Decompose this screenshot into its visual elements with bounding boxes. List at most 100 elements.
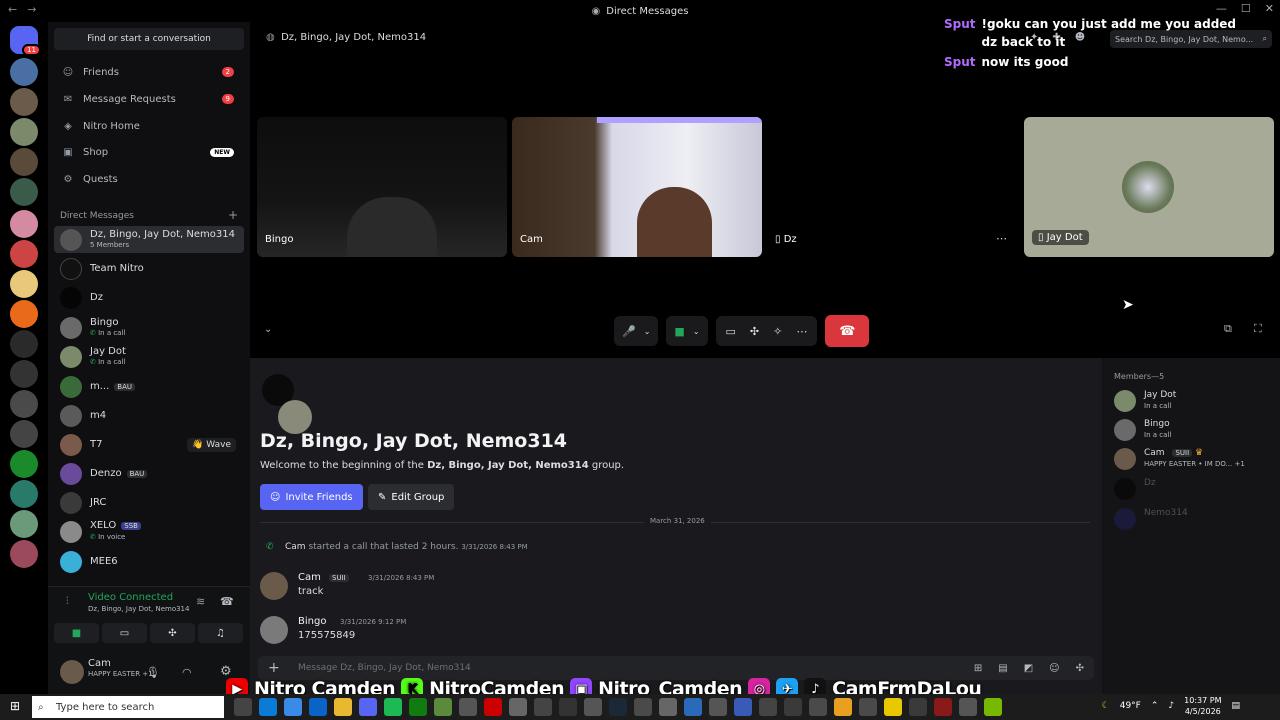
more-options-icon[interactable]: ⋯ bbox=[996, 232, 1007, 245]
emoji-icon[interactable]: ☺ bbox=[1049, 663, 1059, 674]
forward-arrow-icon[interactable]: → bbox=[27, 3, 36, 16]
create-dm-plus-icon[interactable]: + bbox=[228, 208, 238, 222]
find-conversation-input[interactable]: Find or start a conversation bbox=[54, 28, 244, 50]
app-icon[interactable] bbox=[859, 698, 877, 716]
dm-item-bingo[interactable]: BingoIn a call bbox=[54, 314, 244, 341]
explorer-icon[interactable] bbox=[334, 698, 352, 716]
gif-icon[interactable]: ▤ bbox=[998, 663, 1007, 674]
weather-icon[interactable]: ☾ bbox=[1102, 701, 1110, 711]
member-nemo314[interactable]: Nemo314 bbox=[1114, 506, 1274, 532]
app-icon[interactable] bbox=[734, 698, 752, 716]
server-icon[interactable] bbox=[10, 450, 38, 478]
dm-item-jay-dot[interactable]: Jay DotIn a call bbox=[54, 343, 244, 370]
invite-friends-button[interactable]: ☺ Invite Friends bbox=[260, 484, 363, 510]
server-icon[interactable] bbox=[10, 510, 38, 538]
server-icon[interactable] bbox=[10, 300, 38, 328]
screen-share-icon[interactable]: ▭ bbox=[726, 325, 736, 338]
chevron-down-icon[interactable]: ⌄ bbox=[644, 327, 651, 336]
close-icon[interactable]: ✕ bbox=[1265, 2, 1274, 15]
soundboard-icon[interactable]: ✧ bbox=[773, 325, 782, 338]
nav-message-requests[interactable]: ✉ Message Requests 9 bbox=[54, 87, 244, 111]
member-jay-dot[interactable]: Jay Dot In a call bbox=[1114, 388, 1274, 414]
disconnect-icon[interactable]: ☎ bbox=[220, 595, 234, 608]
wave-button[interactable]: 👋 Wave bbox=[187, 437, 236, 452]
end-call-button[interactable]: ☎ bbox=[825, 315, 870, 347]
server-icon[interactable] bbox=[10, 178, 38, 206]
app-icon[interactable] bbox=[934, 698, 952, 716]
taskbar-search-input[interactable]: ⌕ Type here to search bbox=[32, 696, 224, 718]
video-tile-jay-dot[interactable]: ▯ Jay Dot bbox=[1024, 117, 1274, 257]
soundboard-button[interactable]: ♫ bbox=[198, 623, 243, 643]
taskbar-clock[interactable]: 10:37 PM 4/5/2026 bbox=[1184, 695, 1221, 717]
message-author[interactable]: Bingo bbox=[298, 616, 326, 627]
app-icon[interactable] bbox=[684, 698, 702, 716]
dm-item-group[interactable]: Dz, Bingo, Jay Dot, Nemo314 5 Members bbox=[54, 226, 244, 253]
member-cam[interactable]: Cam SUII ♛ HAPPY EASTER • IM DO... +1 bbox=[1114, 446, 1274, 472]
home-button[interactable]: 11 bbox=[10, 26, 41, 56]
nvidia-icon[interactable] bbox=[984, 698, 1002, 716]
minimize-icon[interactable]: — bbox=[1216, 2, 1227, 15]
notifications-icon[interactable]: ▤ bbox=[1231, 701, 1240, 711]
server-icon[interactable] bbox=[10, 88, 38, 116]
activities-icon[interactable]: ✣ bbox=[750, 325, 759, 338]
gift-icon[interactable]: ⊞ bbox=[974, 663, 982, 674]
app-icon[interactable] bbox=[659, 698, 677, 716]
app-icon[interactable] bbox=[534, 698, 552, 716]
edge-icon[interactable] bbox=[259, 698, 277, 716]
app-icon[interactable] bbox=[884, 698, 902, 716]
dm-item-mee6[interactable]: MEE6 bbox=[54, 548, 244, 575]
voice-channel[interactable]: Dz, Bingo, Jay Dot, Nemo314 bbox=[88, 605, 189, 613]
server-icon[interactable] bbox=[10, 58, 38, 86]
chevron-down-icon[interactable]: ⌄ bbox=[693, 327, 700, 336]
microphone-icon[interactable]: 🎙 bbox=[146, 666, 160, 679]
dm-item-xelo[interactable]: XELOSSBIn voice bbox=[54, 518, 244, 545]
task-view-icon[interactable] bbox=[234, 698, 252, 716]
popout-icon[interactable]: ⧉ bbox=[1224, 322, 1232, 336]
more-icon[interactable]: ⋯ bbox=[796, 325, 807, 338]
avatar[interactable] bbox=[260, 572, 288, 600]
app-icon[interactable] bbox=[809, 698, 827, 716]
spotify-icon[interactable] bbox=[384, 698, 402, 716]
camera-button[interactable]: ■ bbox=[54, 623, 99, 643]
nav-quests[interactable]: ⚙ Quests bbox=[54, 167, 244, 191]
video-tile-bingo[interactable]: Bingo bbox=[257, 117, 507, 257]
video-tile-cam[interactable]: Cam bbox=[512, 117, 762, 257]
dm-item-team-nitro[interactable]: Team Nitro bbox=[54, 255, 244, 282]
app-icon[interactable] bbox=[634, 698, 652, 716]
dm-item-denzo[interactable]: Denzo BAU bbox=[54, 460, 244, 487]
avatar[interactable] bbox=[260, 616, 288, 644]
app-icon[interactable] bbox=[459, 698, 477, 716]
dm-item-t7[interactable]: T7 👋 Wave bbox=[54, 431, 244, 458]
headphones-icon[interactable]: ◠ bbox=[182, 666, 192, 679]
xbox-icon[interactable] bbox=[409, 698, 427, 716]
video-tile-dz[interactable]: ▯ Dz ⋯ bbox=[767, 117, 1017, 257]
discord-icon[interactable] bbox=[359, 698, 377, 716]
server-icon[interactable] bbox=[10, 270, 38, 298]
collapse-chevron-icon[interactable]: ⌄ bbox=[264, 324, 272, 335]
server-icon[interactable] bbox=[10, 480, 38, 508]
app-icon[interactable] bbox=[834, 698, 852, 716]
dm-item-dz[interactable]: Dz bbox=[54, 284, 244, 311]
server-icon[interactable] bbox=[10, 118, 38, 146]
noise-suppression-icon[interactable]: ≋ bbox=[196, 595, 205, 608]
minecraft-icon[interactable] bbox=[434, 698, 452, 716]
dm-item-m4[interactable]: m4 bbox=[54, 402, 244, 429]
nav-nitro-home[interactable]: ◈ Nitro Home bbox=[54, 114, 244, 138]
app-icon[interactable] bbox=[709, 698, 727, 716]
video-button[interactable]: ■ ⌄ bbox=[666, 316, 708, 346]
nav-shop[interactable]: ▣ Shop NEW bbox=[54, 140, 244, 164]
outlook-icon[interactable] bbox=[309, 698, 327, 716]
app-icon[interactable] bbox=[909, 698, 927, 716]
nav-friends[interactable]: ☺ Friends 2 bbox=[54, 60, 244, 84]
app-icon[interactable] bbox=[284, 698, 302, 716]
user-avatar[interactable] bbox=[60, 660, 84, 684]
volume-icon[interactable]: ♪ bbox=[1168, 701, 1174, 711]
app-icon[interactable] bbox=[509, 698, 527, 716]
dm-item-m[interactable]: m... BAU bbox=[54, 373, 244, 400]
opera-icon[interactable] bbox=[484, 698, 502, 716]
maximize-icon[interactable]: ☐ bbox=[1241, 2, 1251, 15]
fullscreen-icon[interactable]: ⛶ bbox=[1254, 322, 1262, 336]
activities-button[interactable]: ✣ bbox=[150, 623, 195, 643]
back-arrow-icon[interactable]: ← bbox=[8, 3, 17, 16]
dm-item-jrc[interactable]: JRC bbox=[54, 489, 244, 516]
